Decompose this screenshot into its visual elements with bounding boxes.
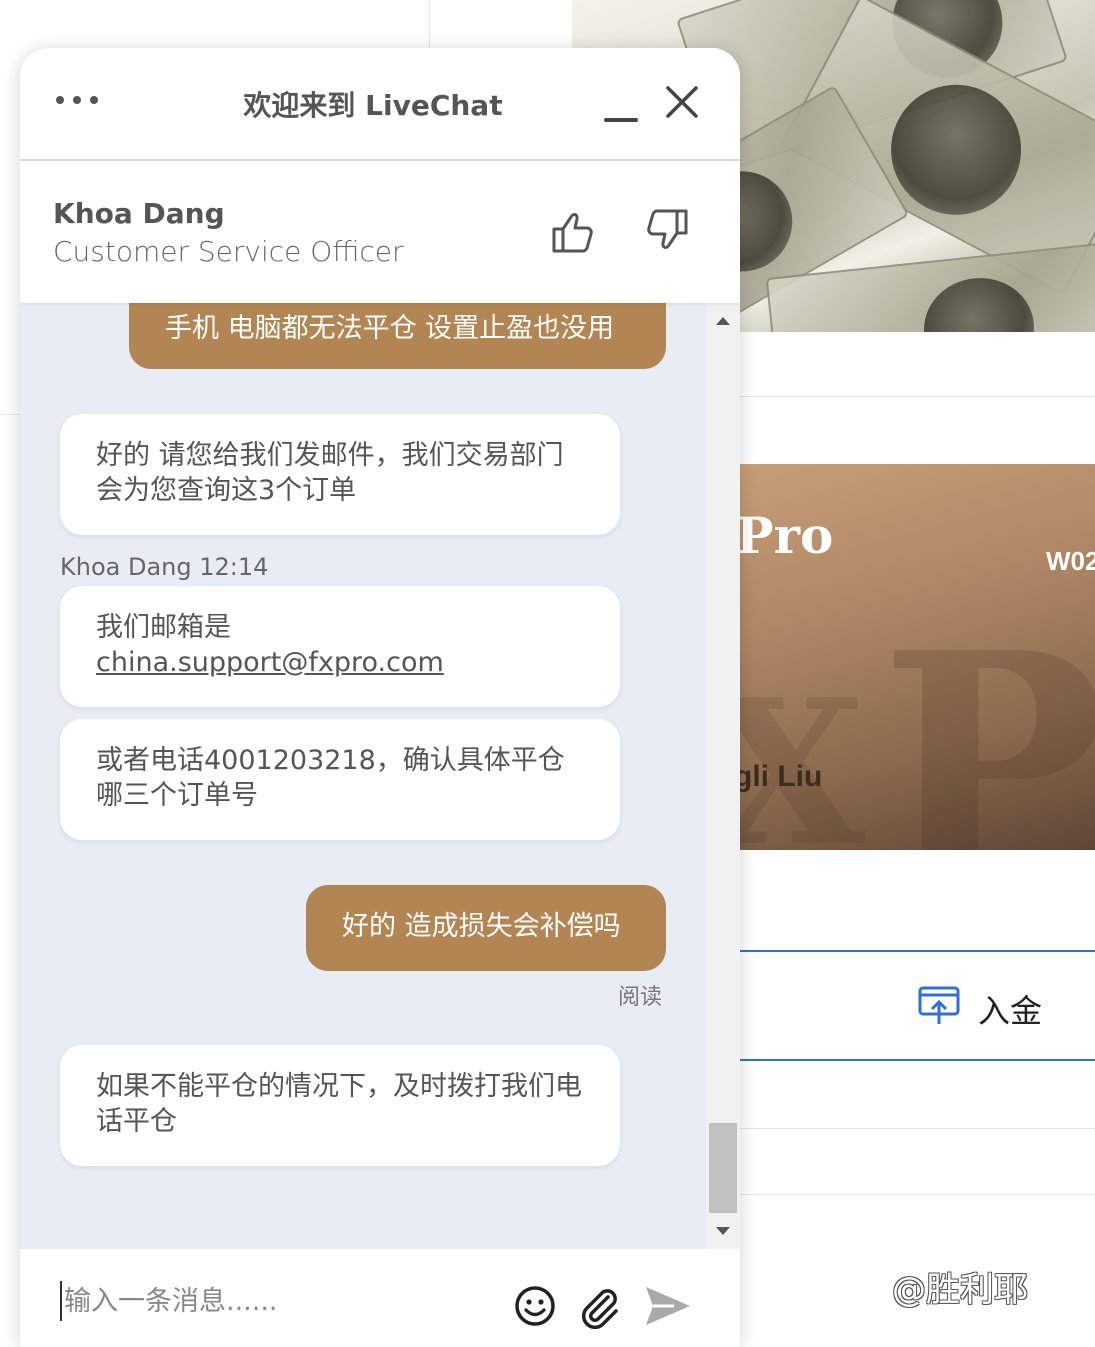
message-bubble-user: 好的 造成损失会补偿吗 <box>306 885 666 971</box>
read-receipt: 阅读 <box>618 985 663 1010</box>
thumbs-up-icon[interactable] <box>550 207 598 255</box>
email-link[interactable]: china.support@fxpro.com <box>96 647 444 678</box>
deposit-label: 入金 <box>978 992 1043 1030</box>
divider <box>740 396 1095 397</box>
card-brand: Pro <box>740 506 834 565</box>
scroll-up-icon[interactable] <box>716 317 730 325</box>
message-bubble-agent: 好的 请您给我们发邮件，我们交易部门会为您查询这3个订单 <box>60 414 620 535</box>
message-meta: Khoa Dang 12:14 <box>60 553 269 581</box>
scrollbar[interactable] <box>706 303 740 1249</box>
deposit-upload-icon <box>918 986 960 1024</box>
message-bubble-agent: 如果不能平仓的情况下，及时拨打我们电话平仓 <box>60 1045 620 1166</box>
card-code: W02 <box>1046 546 1095 576</box>
scroll-down-icon[interactable] <box>716 1227 730 1235</box>
agent-name: Khoa Dang <box>53 197 225 230</box>
message-bubble-agent: 或者电话4001203218，确认具体平仓哪三个订单号 <box>60 719 620 840</box>
message-input[interactable] <box>60 1281 480 1321</box>
chat-header: 欢迎来到 LiveChat <box>20 48 740 161</box>
close-icon[interactable] <box>664 84 700 120</box>
deposit-button[interactable]: 入金 <box>740 950 1095 1061</box>
scroll-thumb[interactable] <box>709 1123 737 1213</box>
minimize-icon[interactable] <box>604 98 640 126</box>
divider <box>740 1128 1095 1129</box>
message-list[interactable]: 手机 电脑都无法平仓 设置止盈也没用 好的 请您给我们发邮件，我们交易部门会为您… <box>20 303 706 1249</box>
message-composer <box>20 1249 740 1347</box>
card-holder-name: gli Liu <box>740 760 823 793</box>
agent-role: Customer Service Officer <box>53 235 404 268</box>
divider <box>740 1194 1095 1195</box>
agent-info: Khoa Dang Customer Service Officer <box>20 161 740 303</box>
emoji-icon[interactable] <box>514 1285 556 1327</box>
watermark: @胜利耶 <box>892 1270 1028 1310</box>
account-card[interactable]: P X Pro W02 gli Liu <box>740 464 1095 850</box>
livechat-widget: 欢迎来到 LiveChat Khoa Dang Customer Service… <box>20 48 740 1347</box>
message-bubble-agent: 我们邮箱是 china.support@fxpro.com <box>60 586 620 707</box>
thumbs-down-icon[interactable] <box>642 207 690 255</box>
send-icon[interactable] <box>644 1285 692 1327</box>
message-bubble-user: 手机 电脑都无法平仓 设置止盈也没用 <box>129 303 666 369</box>
paperclip-icon[interactable] <box>578 1285 622 1329</box>
